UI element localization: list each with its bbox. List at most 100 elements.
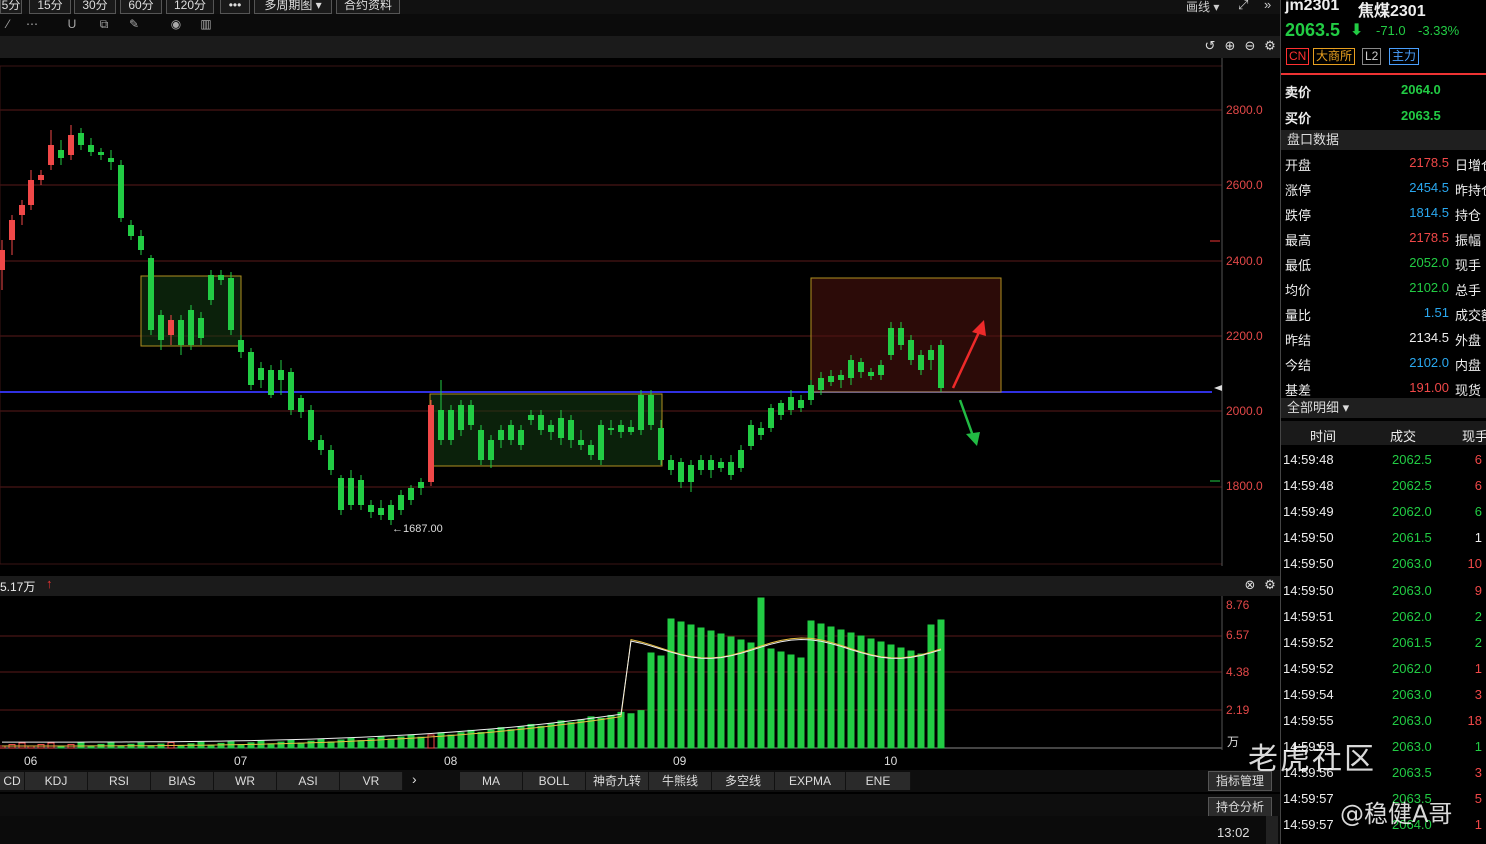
price-change-pct: -3.33% (1418, 23, 1460, 38)
candle-body (758, 428, 764, 435)
market-row-extra-label: 总手 (1455, 283, 1482, 298)
market-data-title: 盘口数据 (1287, 132, 1340, 147)
position-analysis-button[interactable]: 持仓分析 (1208, 797, 1272, 817)
tab-rsi[interactable]: RSI (88, 772, 151, 790)
trade-price: 2062.0 (1392, 660, 1432, 676)
market-row-label: 量比 (1285, 308, 1312, 323)
market-row-extra-label: 现手 (1455, 258, 1482, 273)
price-tick: 2600.0 (1226, 178, 1263, 192)
candle-body (258, 368, 264, 380)
trade-price: 2062.5 (1392, 478, 1432, 494)
volume-bar (307, 740, 315, 749)
market-row-value: 2178.5 (1409, 230, 1449, 245)
trade-price: 2061.5 (1392, 634, 1432, 650)
candle-body (878, 365, 884, 375)
trade-detail-title[interactable]: 全部明细 ▾ (1281, 400, 1349, 415)
tab-bias[interactable]: BIAS (151, 772, 214, 790)
candle-body (478, 430, 484, 460)
market-row-label: 今结 (1285, 358, 1312, 373)
tab-asi[interactable]: ASI (277, 772, 340, 790)
trade-time: 14:59:48 (1283, 452, 1334, 467)
candlestick (328, 445, 334, 475)
candle-body (298, 398, 304, 412)
clock-time: 13:02 (1217, 825, 1250, 840)
candlestick (78, 128, 84, 150)
candle-body (348, 478, 354, 505)
volume-bar (267, 743, 275, 749)
candlestick (268, 365, 274, 398)
candle-body (368, 505, 374, 512)
candlestick (478, 425, 484, 465)
volume-bar (18, 742, 26, 749)
candle-body (208, 275, 214, 300)
candlestick (138, 230, 144, 255)
status-bar (0, 816, 1280, 844)
price-tick: 1800.0 (1226, 479, 1263, 493)
candle-body (658, 428, 664, 460)
tab-boll[interactable]: BOLL (523, 772, 586, 790)
volume-header-bar (0, 576, 1280, 596)
candle-body (768, 408, 774, 428)
candle-body (648, 395, 654, 425)
scrollbar[interactable] (1266, 816, 1278, 844)
trade-detail-section[interactable]: 全部明细 ▾ (1281, 398, 1486, 418)
tab-ene[interactable]: ENE (846, 772, 911, 790)
candle-body (728, 462, 734, 475)
candle-body (448, 410, 454, 440)
market-row-label: 跌停 (1285, 208, 1312, 223)
candlestick (308, 405, 314, 442)
trade-qty: 3 (1474, 765, 1482, 781)
volume-bar (617, 711, 625, 749)
tab-bull-bear-line[interactable]: 牛熊线 (649, 772, 712, 790)
candlestick (798, 395, 804, 412)
sell-price: 2064.0 (1401, 82, 1441, 97)
tab-wr[interactable]: WR (214, 772, 277, 790)
volume-tick: 8.76 (1226, 598, 1250, 612)
tab-long-short-line[interactable]: 多空线 (712, 772, 775, 790)
volume-bar (707, 630, 715, 749)
trade-price: 2063.0 (1392, 739, 1432, 755)
candle-body (548, 425, 554, 432)
candle-body (568, 420, 574, 440)
volume-bar (777, 651, 785, 749)
tab-ma[interactable]: MA (460, 772, 523, 790)
candlestick (298, 395, 304, 418)
detail-header-price: 成交 (1390, 429, 1417, 444)
candlestick (9, 215, 15, 255)
market-row-extra-label: 内盘 (1455, 358, 1482, 373)
market-row-extra-label: 昨持仓 (1455, 183, 1486, 198)
candle-body (598, 425, 604, 460)
candle-body (618, 425, 624, 432)
close-volume-icon[interactable]: ⊗ (1242, 577, 1258, 593)
candle-body (278, 370, 284, 380)
candlestick (738, 445, 744, 472)
candle-body (468, 405, 474, 425)
volume-bar (317, 738, 325, 749)
volume-bar (797, 657, 805, 749)
candle-body (738, 450, 744, 468)
tab-expma[interactable]: EXPMA (775, 772, 846, 790)
candlestick (778, 400, 784, 420)
tab-macd[interactable]: CD (0, 772, 25, 790)
tab-vr[interactable]: VR (340, 772, 403, 790)
trade-time: 14:59:50 (1283, 556, 1334, 572)
candle-body (108, 158, 114, 162)
candlestick (378, 500, 384, 520)
tab-kdj[interactable]: KDJ (25, 772, 88, 790)
kline-chart[interactable] (0, 0, 1280, 844)
candle-body (678, 462, 684, 482)
tabs-next-chevron-icon[interactable]: › (412, 771, 417, 787)
tab-magic-nine[interactable]: 神奇九转 (586, 772, 649, 790)
volume-bar (537, 725, 545, 749)
market-row-value: 2134.5 (1409, 330, 1449, 345)
volume-bar (657, 655, 665, 749)
volume-bar (277, 741, 285, 749)
candle-body (588, 445, 594, 455)
volume-bar (597, 717, 605, 749)
volume-settings-icon[interactable]: ⚙ (1262, 577, 1278, 593)
candle-body (438, 410, 444, 440)
trade-qty: 3 (1474, 686, 1482, 702)
candle-body (798, 400, 804, 408)
month-label: 09 (673, 754, 687, 768)
candlestick (388, 500, 394, 525)
